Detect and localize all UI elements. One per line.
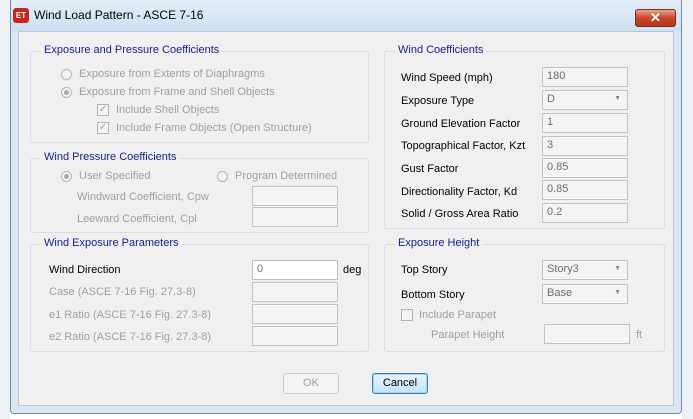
exposure-group-title: Exposure and Pressure Coefficients (41, 44, 223, 56)
top-story-dropdown[interactable]: Story3 ▼ (542, 260, 628, 280)
label-wind-direction: Wind Direction (49, 264, 121, 276)
label-windward-coefficient: Windward Coefficient, Cpw (77, 191, 209, 203)
leeward-coefficient-field[interactable] (252, 207, 338, 227)
label-gust-factor: Gust Factor (401, 163, 459, 175)
label-solid-gross-ratio: Solid / Gross Area Ratio (401, 208, 519, 220)
label-case: Case (ASCE 7-16 Fig. 27.3-8) (49, 286, 196, 298)
label-e2-ratio: e2 Ratio (ASCE 7-16 Fig. 27.3-8) (49, 331, 212, 343)
exposure-type-value: D (547, 93, 555, 105)
case-field[interactable] (252, 282, 338, 302)
exposure-type-dropdown[interactable]: D ▼ (542, 90, 628, 110)
label-program-determined: Program Determined (235, 170, 338, 182)
coefficients-group-title: Wind Coefficients (395, 44, 487, 56)
label-leeward-coefficient: Leeward Coefficient, Cpl (77, 213, 197, 225)
top-story-value: Story3 (547, 263, 579, 275)
label-exposure-frame-shell: Exposure from Frame and Shell Objects (79, 86, 275, 98)
radio-user-specified[interactable] (61, 171, 72, 182)
label-parapet-unit: ft (636, 329, 643, 341)
desktop-background-right (682, 0, 693, 419)
dialog-window: ET Wind Load Pattern - ASCE 7-16 ✕ Expos… (10, 0, 682, 414)
label-top-story: Top Story (401, 264, 448, 276)
chevron-down-icon: ▼ (614, 289, 621, 296)
exposure-params-group-title: Wind Exposure Parameters (41, 237, 182, 249)
label-include-shell: Include Shell Objects (116, 104, 220, 116)
ground-elevation-field[interactable]: 1 (542, 113, 628, 133)
directionality-factor-field[interactable]: 0.85 (542, 180, 628, 200)
cancel-button[interactable]: Cancel (372, 373, 428, 394)
chevron-down-icon: ▼ (614, 265, 621, 272)
app-icon: ET (13, 8, 29, 23)
e1-ratio-field[interactable] (252, 304, 338, 324)
checkmark-icon: ✓ (98, 122, 108, 133)
bottom-story-dropdown[interactable]: Base ▼ (542, 284, 628, 304)
windward-coefficient-field[interactable] (252, 186, 338, 206)
radio-exposure-frame-shell[interactable] (61, 87, 72, 98)
radio-program-determined[interactable] (217, 171, 228, 182)
wind-direction-field[interactable]: 0 (252, 260, 338, 280)
parapet-height-field[interactable] (544, 324, 630, 344)
e2-ratio-field[interactable] (252, 326, 338, 346)
close-button[interactable]: ✕ (635, 9, 676, 27)
wind-speed-field[interactable]: 180 (542, 67, 628, 87)
pressure-group-title: Wind Pressure Coefficients (41, 151, 180, 163)
radio-exposure-diaphragms[interactable] (61, 69, 72, 80)
chevron-down-icon: ▼ (614, 95, 621, 102)
window-title: Wind Load Pattern - ASCE 7-16 (34, 8, 204, 22)
ok-button[interactable]: OK (283, 373, 339, 394)
label-topographical-factor: Topographical Factor, Kzt (401, 140, 526, 152)
label-ground-elevation: Ground Elevation Factor (401, 118, 521, 130)
label-include-frame: Include Frame Objects (Open Structure) (116, 122, 312, 134)
bottom-story-value: Base (547, 287, 573, 299)
label-exposure-type: Exposure Type (401, 95, 475, 107)
gust-factor-field[interactable]: 0.85 (542, 158, 628, 178)
checkbox-include-shell[interactable]: ✓ (97, 104, 109, 116)
label-include-parapet: Include Parapet (419, 309, 497, 321)
label-exposure-diaphragms: Exposure from Extents of Diaphragms (79, 68, 265, 80)
checkmark-icon: ✓ (98, 104, 108, 115)
label-wind-speed: Wind Speed (mph) (401, 72, 493, 84)
title-bar[interactable]: ET Wind Load Pattern - ASCE 7-16 ✕ (11, 0, 681, 31)
solid-gross-ratio-field[interactable]: 0.2 (542, 203, 628, 223)
exposure-height-group-title: Exposure Height (395, 237, 483, 249)
label-directionality-factor: Directionality Factor, Kd (401, 186, 518, 198)
label-wind-direction-unit: deg (343, 264, 362, 276)
dialog-client-area: Exposure and Pressure Coefficients Expos… (18, 31, 674, 406)
close-icon: ✕ (650, 10, 661, 25)
desktop-background-left (0, 0, 10, 419)
label-e1-ratio: e1 Ratio (ASCE 7-16 Fig. 27.3-8) (49, 309, 212, 321)
label-bottom-story: Bottom Story (401, 289, 465, 301)
label-user-specified: User Specified (79, 170, 151, 182)
checkbox-include-frame[interactable]: ✓ (97, 122, 109, 134)
checkbox-include-parapet[interactable] (401, 309, 413, 321)
topographical-factor-field[interactable]: 3 (542, 136, 628, 156)
label-parapet-height: Parapet Height (431, 329, 505, 341)
